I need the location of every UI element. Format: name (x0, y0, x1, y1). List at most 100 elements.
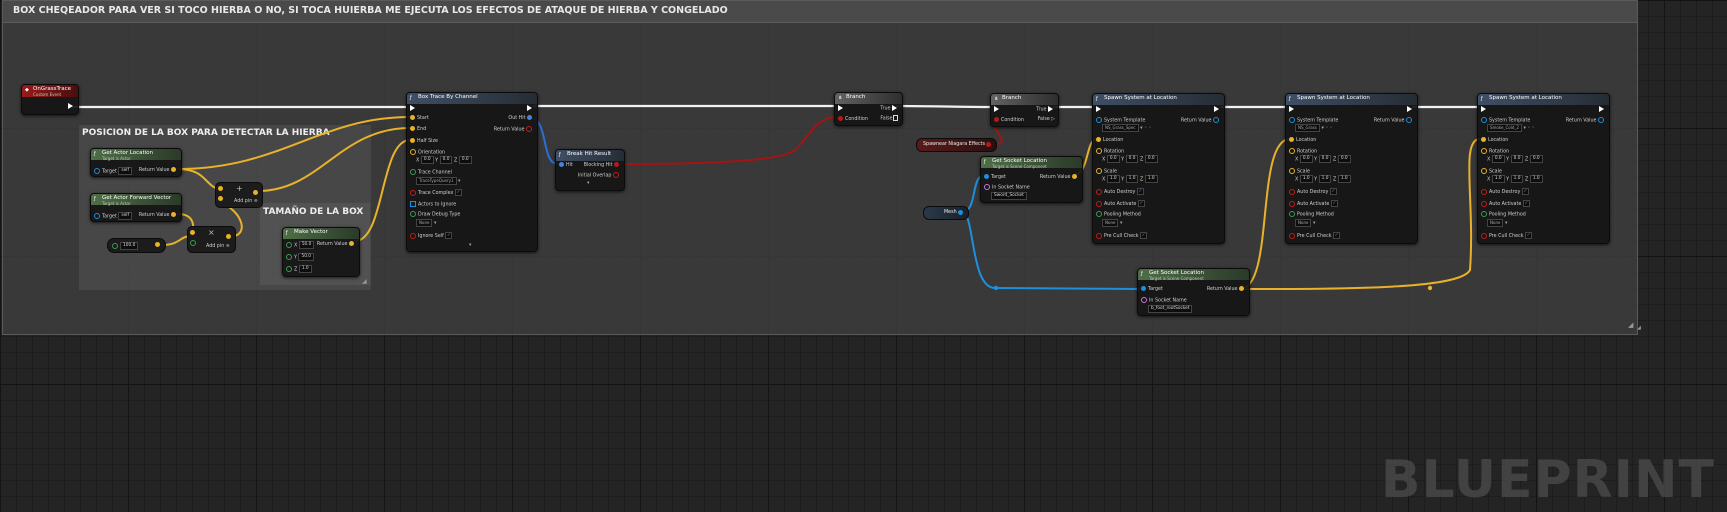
return-value-pin[interactable]: Return Value (1181, 117, 1221, 125)
condition-pin[interactable]: Condition (994, 117, 1024, 124)
node-header[interactable]: ƒ Spawn System at Location (1478, 94, 1609, 105)
get-actor-location-node[interactable]: ƒ Get Actor Location Target is Actor Tar… (90, 148, 182, 177)
target-field[interactable]: self (118, 167, 132, 175)
node-header[interactable]: ƒ Make Vector (283, 228, 359, 239)
add-input-a-pin[interactable] (218, 186, 225, 193)
auto-destroy-pin[interactable]: Auto Destroy ✓ (1481, 188, 1529, 196)
float-out-pin[interactable] (155, 242, 162, 249)
orientation-fields[interactable]: X 0.0 Y 0.0 Z 0.0 (416, 156, 472, 165)
float-input-pin[interactable]: 100.0 (112, 242, 139, 251)
return-value-pin[interactable]: Return Value (139, 212, 178, 219)
spawn-system-node-3[interactable]: ƒ Spawn System at Location System Template… (1477, 93, 1610, 244)
y-pin[interactable]: Y 50.0 (286, 253, 315, 262)
location-pin[interactable]: Location (1289, 137, 1316, 144)
auto-activate-pin[interactable]: Auto Activate ✓ (1096, 200, 1145, 208)
expand-arrow-icon[interactable]: ▾ (587, 181, 589, 187)
return-value-pin[interactable]: Return Value (317, 241, 356, 248)
spawn-system-node-2[interactable]: ƒ Spawn System at Location System Template… (1285, 93, 1418, 244)
multiply-output-pin[interactable] (226, 234, 233, 241)
add-node[interactable]: + Add pin ⊕ (215, 182, 263, 208)
blocking-hit-pin[interactable]: Blocking Hit (584, 162, 621, 169)
exec-in-pin[interactable] (1096, 106, 1103, 114)
auto-activate-pin[interactable]: Auto Activate ✓ (1289, 200, 1338, 208)
spawn-system-node-1[interactable]: ƒ Spawn System at Location System Template… (1092, 93, 1225, 244)
niagara-variable-node[interactable]: Spawnear Niagara Effects (916, 138, 997, 152)
variable-out-pin[interactable] (986, 142, 993, 149)
box-trace-node[interactable]: ƒ Box Trace By Channel Start Out Hit End… (406, 92, 538, 252)
add-output-pin[interactable] (253, 190, 260, 197)
return-value-pin[interactable]: Return Value (1040, 174, 1079, 181)
false-pin[interactable]: False ▷ (1038, 117, 1055, 123)
socket-name-pin[interactable]: In Socket Name (1141, 297, 1187, 305)
multiply-node[interactable]: × Add pin ⊕ (187, 226, 236, 253)
draw-debug-pin[interactable]: Draw Debug Type (410, 211, 460, 219)
pooling-method-select[interactable]: None ▾ (1102, 219, 1122, 227)
pooling-method-pin[interactable]: Pooling Method (1289, 211, 1334, 219)
exec-out-pin[interactable] (1214, 106, 1221, 114)
rotation-fields[interactable]: X 0.0 Y 0.0 Z 0.0 (1102, 155, 1158, 164)
x-pin[interactable]: X 50.0 (286, 241, 315, 250)
return-value-pin[interactable]: Return Value (139, 167, 178, 174)
node-header[interactable]: ƒ Spawn System at Location (1286, 94, 1417, 105)
auto-activate-pin[interactable]: Auto Activate ✓ (1481, 200, 1530, 208)
z-field[interactable]: 1.0 (298, 265, 312, 273)
break-hit-result-node[interactable]: ƒ Break Hit Result Hit Blocking Hit Init… (555, 149, 625, 191)
trace-complex-pin[interactable]: Trace Complex ✓ (410, 189, 462, 197)
socket-name-pin[interactable]: In Socket Name (984, 184, 1030, 192)
true-pin[interactable]: True (880, 105, 899, 113)
pooling-method-pin[interactable]: Pooling Method (1096, 211, 1141, 219)
start-pin[interactable]: Start (410, 115, 429, 122)
multiply-input-b-pin[interactable] (190, 240, 198, 248)
exec-out-pin[interactable] (68, 103, 75, 111)
target-pin[interactable]: Target self (94, 212, 132, 221)
get-socket-location-node-1[interactable]: ƒ Get Socket Location Target is Scene Co… (980, 156, 1083, 203)
variable-out-pin[interactable] (958, 210, 965, 217)
exec-out-pin[interactable] (1599, 106, 1606, 114)
location-pin[interactable]: Location (1096, 137, 1123, 144)
node-header[interactable]: ⋔ Branch (991, 94, 1058, 105)
rotation-fields[interactable]: X 0.0 Y 0.0 Z 0.0 (1295, 155, 1351, 164)
pre-cull-check-pin[interactable]: Pre Cull Check ✓ (1481, 232, 1533, 240)
scale-fields[interactable]: X 1.0 Y 1.0 Z 1.0 (1487, 175, 1543, 184)
initial-overlap-pin[interactable]: Initial Overlap (578, 172, 621, 180)
socket-name-field[interactable]: b_foot_rootSocket (1148, 305, 1193, 314)
scale-fields[interactable]: X 1.0 Y 1.0 Z 1.0 (1295, 175, 1351, 184)
system-template-select[interactable]: Smoke_Cold_2 ▾ ◦ ◦ (1487, 124, 1535, 132)
x-field[interactable]: 50.0 (298, 241, 315, 249)
exec-in-pin[interactable] (838, 105, 845, 113)
branch-node-1[interactable]: ⋔ Branch True Condition False (834, 92, 903, 126)
expand-arrow-icon[interactable]: ▾ (469, 243, 471, 249)
exec-in-pin[interactable] (1289, 106, 1296, 114)
exec-in-pin[interactable] (994, 106, 1001, 114)
float-constant-node[interactable]: 100.0 (107, 238, 166, 253)
get-socket-location-node-2[interactable]: ƒ Get Socket Location Target is Scene Co… (1137, 268, 1250, 316)
node-header[interactable]: ƒ Break Hit Result (556, 150, 624, 161)
system-template-select[interactable]: NS_Grass ▾ ◦ ◦ (1295, 124, 1333, 132)
target-pin[interactable]: Target (1141, 286, 1163, 293)
condition-pin[interactable]: Condition (838, 116, 868, 123)
graph-resize-handle[interactable]: ◢ (1637, 325, 1641, 331)
return-value-pin[interactable]: Return Value (1207, 286, 1246, 293)
node-header[interactable]: ⋔ Branch (835, 93, 902, 104)
custom-event-node[interactable]: ◆ OnGrassTrace Custom Event (21, 84, 79, 115)
target-pin[interactable]: Target (984, 174, 1006, 181)
exec-in-pin[interactable] (410, 105, 417, 113)
pre-cull-check-pin[interactable]: Pre Cull Check ✓ (1289, 232, 1341, 240)
add-pin-button[interactable]: Add pin ⊕ (234, 199, 258, 205)
mesh-variable-node[interactable]: Mesh (923, 206, 969, 220)
make-vector-node[interactable]: ƒ Make Vector X 50.0 Y 50.0 Z 1.0 Return… (282, 227, 360, 277)
auto-destroy-pin[interactable]: Auto Destroy ✓ (1096, 188, 1144, 196)
node-header[interactable]: ◆ OnGrassTrace Custom Event (22, 85, 78, 97)
out-hit-pin[interactable]: Out Hit (508, 115, 534, 122)
target-pin[interactable]: Target self (94, 167, 132, 176)
add-input-b-pin[interactable] (218, 196, 225, 203)
pooling-method-select[interactable]: None ▾ (1295, 219, 1315, 227)
return-value-pin[interactable]: Return Value (1566, 117, 1606, 125)
node-header[interactable]: ƒ Spawn System at Location (1093, 94, 1224, 105)
ignore-self-pin[interactable]: Ignore Self ✓ (410, 232, 453, 240)
return-value-pin[interactable]: Return Value (1374, 117, 1414, 125)
hit-pin[interactable]: Hit (559, 162, 573, 169)
add-pin-button[interactable]: Add pin ⊕ (206, 244, 230, 250)
pooling-method-select[interactable]: None ▾ (1487, 219, 1507, 227)
trace-channel-pin[interactable]: Trace Channel (410, 169, 452, 177)
